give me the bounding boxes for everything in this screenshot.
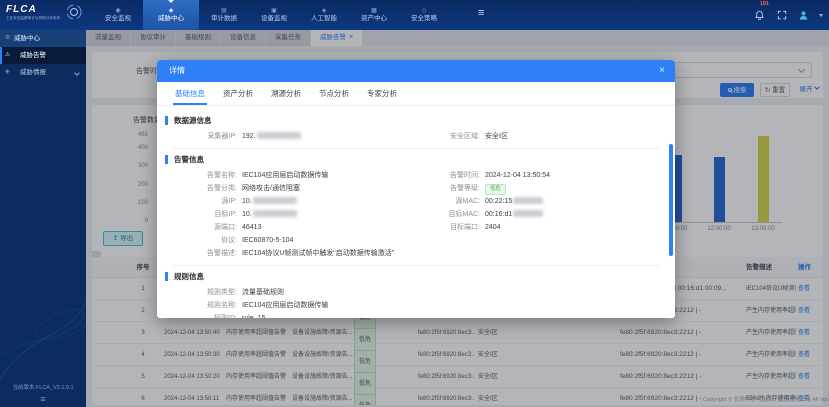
redacted-value (253, 210, 297, 217)
alarm-level-value: 低危 (485, 182, 506, 195)
rule-name-value: IEC104应用层启动数据传输 (242, 299, 328, 312)
nav-item-security-monitor[interactable]: ◉安全监视 (93, 0, 143, 30)
app-version-label: 当前版本:FLCA_V2.1.0.1 (0, 383, 86, 391)
tab-node-analysis[interactable]: 节点分析 (317, 88, 351, 105)
dialog-body: 数据源信息 采集器IP:192. 安全区域:安全Ⅰ区 告警信息 告警名称:IEC… (157, 106, 675, 318)
user-menu-caret-icon[interactable] (819, 14, 823, 19)
sidebar-item-threat-intel[interactable]: ◈ 威胁情报 (0, 64, 86, 81)
zone-label: 安全区域: (416, 130, 480, 143)
src-port-value: 46413 (242, 221, 261, 234)
user-avatar-icon[interactable] (797, 9, 810, 22)
protocol-value: IEC60870-5-104 (242, 234, 293, 247)
security-policy-icon: ◇ (422, 8, 427, 14)
sidebar-section-threat-center[interactable]: ⚙ 威胁中心 (0, 30, 86, 47)
dst-port-value: 2404 (485, 221, 501, 234)
intel-icon: ◈ (5, 64, 10, 81)
logo-swirl-icon (64, 2, 84, 22)
detail-dialog: 详情 × 基础信息 资产分析 溯源分析 节点分析 专家分析 数据源信息 采集器I… (157, 60, 675, 318)
redacted-value (513, 210, 543, 217)
asset-center-icon: ▦ (371, 8, 377, 14)
zone-value: 安全Ⅰ区 (485, 130, 508, 143)
nav-item-device-monitor[interactable]: ▣设备监视 (249, 0, 299, 30)
nav-item-security-policy[interactable]: ◇安全策略 (399, 0, 449, 30)
alarm-time-value: 2024-12-04 13:50:54 (485, 169, 550, 182)
security-monitor-icon: ◉ (115, 8, 120, 14)
top-header: FLCA 工业安全监察审计与风险分析系统 ◉安全监视 ◆威胁中心 ▤审计数据 ▣… (0, 0, 829, 30)
tab-trace-analysis[interactable]: 溯源分析 (269, 88, 303, 105)
sidebar: ⚙ 威胁中心 ⚠ 威胁告警 ◈ 威胁情报 当前版本:FLCA_V2.1.0.1 … (0, 30, 86, 407)
threat-center-icon: ◆ (169, 8, 174, 14)
level-badge: 低危 (485, 184, 506, 195)
nav-item-threat-center[interactable]: ◆威胁中心 (143, 0, 199, 30)
tab-basic-info[interactable]: 基础信息 (173, 88, 207, 105)
divider (173, 265, 659, 266)
collector-ip-label: 采集器IP: (173, 130, 237, 143)
close-icon[interactable]: × (659, 60, 665, 82)
device-monitor-icon: ▣ (271, 8, 277, 14)
top-nav: ◉安全监视 ◆威胁中心 ▤审计数据 ▣设备监视 ◈人工智能 ▦资产中心 ◇安全策… (93, 0, 449, 30)
dst-ip-value: 10. (242, 208, 297, 221)
dialog-tabs: 基础信息 资产分析 溯源分析 节点分析 专家分析 (157, 82, 675, 106)
alarm-name-value: IEC104应用层启动数据传输 (242, 169, 328, 182)
collector-ip-value: 192. (242, 130, 301, 143)
alarm-desc-value: IEC104协议U帧测试帧中触发“启动数据传输激活” (242, 247, 394, 260)
rule-id-value: rule_15 (242, 312, 265, 318)
dialog-header: 详情 × (157, 60, 675, 82)
sidebar-item-threat-alerts[interactable]: ⚠ 威胁告警 (0, 47, 86, 64)
section-title-alarm: 告警信息 (165, 155, 659, 164)
menu-hamburger-icon[interactable]: ≡ (478, 7, 484, 19)
header-actions (753, 0, 823, 30)
alarm-category-value: 网络攻击/通信阻塞 (242, 182, 300, 195)
tab-expert-analysis[interactable]: 专家分析 (365, 88, 399, 105)
section-title-rule: 规则信息 (165, 272, 659, 281)
audit-data-icon: ▤ (221, 8, 227, 14)
nav-item-asset-center[interactable]: ▦资产中心 (349, 0, 399, 30)
sidebar-decoration (0, 269, 86, 389)
dialog-scrollbar-thumb[interactable] (669, 144, 673, 256)
chevron-down-icon (74, 70, 80, 76)
src-mac-value: 00:22:15 (485, 195, 543, 208)
divider (173, 148, 659, 149)
src-ip-value: 10. (242, 195, 297, 208)
sidebar-collapse-icon[interactable]: ≡ (0, 394, 86, 404)
alert-icon: ⚠ (5, 47, 10, 64)
redacted-value (257, 132, 301, 139)
rule-type-value: 流量基础规则 (242, 286, 284, 299)
ai-icon: ◈ (322, 8, 327, 14)
gear-icon: ⚙ (5, 30, 10, 47)
redacted-value (253, 197, 297, 204)
app-window: FLCA 工业安全监察审计与风险分析系统 ◉安全监视 ◆威胁中心 ▤审计数据 ▣… (0, 0, 829, 407)
dialog-title: 详情 (169, 66, 185, 75)
fullscreen-icon[interactable] (775, 9, 788, 22)
dst-mac-value: 00:16:d1 (485, 208, 543, 221)
nav-item-ai[interactable]: ◈人工智能 (299, 0, 349, 30)
section-title-datasource: 数据源信息 (165, 116, 659, 125)
bell-icon[interactable] (753, 9, 766, 22)
tab-asset-analysis[interactable]: 资产分析 (221, 88, 255, 105)
nav-item-audit-data[interactable]: ▤审计数据 (199, 0, 249, 30)
redacted-value (513, 197, 543, 204)
